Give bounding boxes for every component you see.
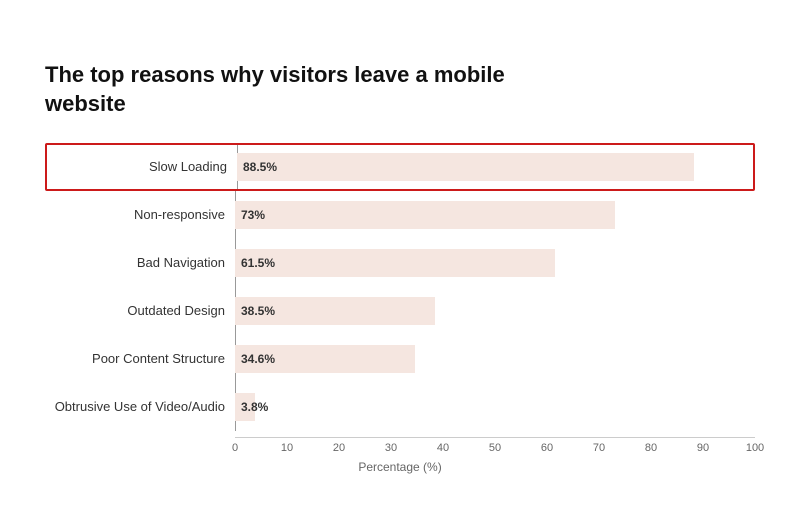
x-tick-label: 50 <box>489 442 501 454</box>
x-tick-label: 60 <box>541 442 553 454</box>
x-axis: 0102030405060708090100 <box>45 437 755 442</box>
bar-row: Non-responsive 73% <box>45 191 755 239</box>
bar-fill: 88.5% <box>237 153 694 181</box>
bar-label: Poor Content Structure <box>45 351 235 366</box>
bar-track: 61.5% <box>235 249 755 277</box>
bar-fill: 61.5% <box>235 249 555 277</box>
bar-label: Obtrusive Use of Video/Audio <box>45 399 235 414</box>
bar-track: 38.5% <box>235 297 755 325</box>
bar-value-label: 88.5% <box>243 160 277 174</box>
bar-row: Obtrusive Use of Video/Audio3.8% <box>45 383 755 431</box>
bar-fill: 3.8% <box>235 393 255 421</box>
x-tick-label: 20 <box>333 442 345 454</box>
bar-value-label: 34.6% <box>241 352 275 366</box>
x-tick-label: 0 <box>232 442 238 454</box>
bar-row: Bad Navigation 61.5% <box>45 239 755 287</box>
bar-col: 38.5% <box>235 287 755 335</box>
bar-label: Slow Loading <box>47 159 237 174</box>
bar-label: Outdated Design <box>45 303 235 318</box>
bar-fill: 73% <box>235 201 615 229</box>
bar-track: 34.6% <box>235 345 755 373</box>
chart-area: Slow Loading 88.5% Non-responsive 73% Bad Na… <box>45 143 755 431</box>
bar-label: Bad Navigation <box>45 255 235 270</box>
x-tick-label: 10 <box>281 442 293 454</box>
x-axis-title: Percentage (%) <box>45 460 755 474</box>
bar-value-label: 61.5% <box>241 256 275 270</box>
bar-col: 61.5% <box>235 239 755 287</box>
bar-track: 73% <box>235 201 755 229</box>
x-tick-label: 90 <box>697 442 709 454</box>
bar-fill: 34.6% <box>235 345 415 373</box>
bar-track: 3.8% <box>235 393 755 421</box>
bar-col: 73% <box>235 191 755 239</box>
bar-value-label: 3.8% <box>241 400 268 414</box>
x-tick-label: 80 <box>645 442 657 454</box>
x-tick-label: 40 <box>437 442 449 454</box>
x-tick-label: 100 <box>746 442 764 454</box>
chart-container: The top reasons why visitors leave a mob… <box>25 33 775 493</box>
bar-fill: 38.5% <box>235 297 435 325</box>
bar-col: 88.5% <box>237 145 753 189</box>
bar-row: Poor Content Structure 34.6% <box>45 335 755 383</box>
bar-value-label: 73% <box>241 208 265 222</box>
bar-col: 34.6% <box>235 335 755 383</box>
bar-row: Outdated Design 38.5% <box>45 287 755 335</box>
bar-track: 88.5% <box>237 153 753 181</box>
x-axis-spacer <box>45 437 235 442</box>
chart-title: The top reasons why visitors leave a mob… <box>45 61 525 118</box>
bar-col: 3.8% <box>235 383 755 431</box>
x-axis-ticks: 0102030405060708090100 <box>235 437 755 442</box>
bar-row: Slow Loading 88.5% <box>45 143 755 191</box>
x-tick-label: 30 <box>385 442 397 454</box>
x-tick-label: 70 <box>593 442 605 454</box>
bar-label: Non-responsive <box>45 207 235 222</box>
bar-value-label: 38.5% <box>241 304 275 318</box>
